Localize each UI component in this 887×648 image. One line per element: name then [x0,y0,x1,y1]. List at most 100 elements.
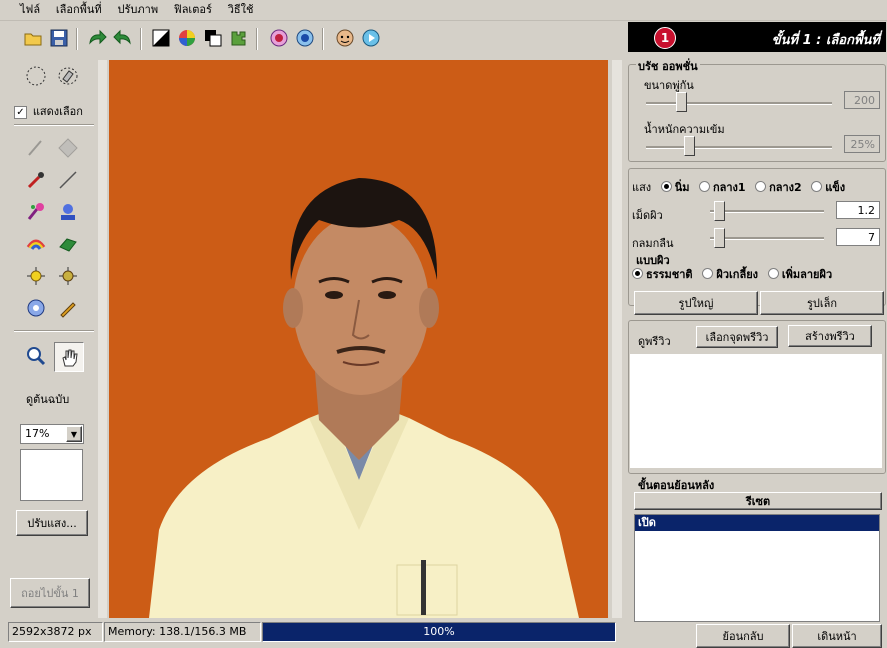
light-hard-label[interactable]: แข็ง [825,181,845,194]
play-icon[interactable] [360,27,382,49]
menu-filter[interactable]: ฟิลเตอร์ [168,0,218,18]
burn-icon[interactable] [54,262,82,290]
photo-canvas[interactable] [109,60,608,618]
tool-panel: ✓ แสดงเลือก ดูต้นฉบับ 17% ▼ ปรับแสง... ถ… [8,58,94,618]
preview-area [630,354,882,468]
light-label: แสง [632,181,652,194]
zoom-dropdown[interactable]: 17% ▼ [20,424,84,444]
brush-size-value[interactable]: 200 [844,91,880,109]
color-spray-icon[interactable] [22,198,50,226]
brush-options-label: บรัช ออพชั่น [636,57,700,75]
portrait-photo [149,178,579,618]
blend-label: กลมกลืน [632,237,674,250]
zoom-value: 17% [25,427,50,440]
line-icon[interactable] [54,166,82,194]
big-image-button[interactable]: รูปใหญ่ [634,291,758,315]
checkbox-check-icon: ✓ [14,106,27,119]
reset-button[interactable]: รีเซต [634,492,882,510]
skin-grain-slider[interactable] [714,201,725,221]
undo-arrow-icon[interactable] [112,27,134,49]
green-eraser-icon[interactable] [54,230,82,258]
dodge-icon[interactable] [22,262,50,290]
brush-icon[interactable] [22,134,50,162]
back-to-step1-button[interactable]: ถอยไปขั้น 1 [10,578,90,608]
puzzle-icon[interactable] [228,27,250,49]
create-preview-button[interactable]: สร้างพรีวิว [788,325,872,347]
skin-natural-radio[interactable] [632,268,643,279]
light-hard-radio[interactable] [811,181,823,192]
menu-bar: ไฟล์ เลือกพื้นที่ ปรับภาพ ฟิลเตอร์ วิธีใ… [0,0,887,21]
color-wheel-icon[interactable] [176,27,198,49]
contrast-icon[interactable] [150,27,172,49]
history-list: เปิด [634,514,880,622]
step-header: 1 ขั้นที่ 1 : เลือกพื้นที่ [628,22,886,52]
rainbow-brush-icon[interactable] [22,230,50,258]
toolbar [0,22,620,56]
pattern-icon[interactable] [54,134,82,162]
brush-size-track [646,102,832,105]
blend-track [710,237,824,240]
menu-help[interactable]: วิธีใช้ [222,0,260,18]
step-title: ขั้นที่ 1 : เลือกพื้นที่ [771,33,880,48]
hand-tool-icon[interactable] [54,342,84,372]
skin-smooth-label[interactable]: ผิวเกลี้ยง [716,268,758,281]
history-item-open[interactable]: เปิด [635,515,879,531]
light-mid2-label[interactable]: กลาง2 [769,181,802,194]
blend-slider[interactable] [714,228,725,248]
face-icon[interactable] [334,27,356,49]
select-preview-button[interactable]: เลือกจุดพรีวิว [696,326,778,348]
light-soft-label[interactable]: นิ่ม [675,181,690,194]
brush-weight-value[interactable]: 25% [844,135,880,153]
brush-size-slider[interactable] [676,92,687,112]
menu-select-area[interactable]: เลือกพื้นที่ [50,0,108,18]
eraser-select-icon[interactable] [54,62,82,90]
smudge-icon[interactable] [22,294,50,322]
skin-texture-label[interactable]: เพิ่มลายผิว [782,268,832,281]
skin-grain-value[interactable]: 1.2 [836,201,880,219]
back-button[interactable]: ย้อนกลับ [696,624,790,648]
save-disk-icon[interactable] [48,27,70,49]
ellipse-select-icon[interactable] [22,62,50,90]
skin-natural-label[interactable]: ธรรมชาติ [646,268,693,281]
layers-icon[interactable] [202,27,224,49]
canvas-right-strip [612,60,622,618]
image-dimensions: 2592x3872 px [8,622,103,642]
open-folder-icon[interactable] [22,27,44,49]
skin-smooth-radio[interactable] [702,268,714,279]
blend-value[interactable]: 7 [836,228,880,246]
preview-label: ดูพรีวิว [638,335,671,348]
forward-button[interactable]: เดินหน้า [792,624,882,648]
skin-grain-label: เม็ดผิว [632,209,663,222]
options-panel: 1 ขั้นที่ 1 : เลือกพื้นที่ บรัช ออพชั่น … [626,20,887,648]
light-mid1-radio[interactable] [698,181,710,192]
show-selection-label: แสดงเลือก [32,105,83,118]
stamp-icon[interactable] [54,198,82,226]
color-blue-circle-icon[interactable] [294,27,316,49]
brush-weight-track [646,146,832,149]
step-number-badge: 1 [654,27,676,49]
memory-usage: Memory: 138.1/156.3 MB [104,622,261,642]
skin-type-radio-row: ธรรมชาติ ผิวเกลี้ยง เพิ่มลายผิว [628,265,832,283]
zoom-icon[interactable] [22,342,50,370]
eyedropper-icon[interactable] [22,166,50,194]
progress-bar: 100% [262,622,616,642]
light-soft-radio[interactable] [660,181,672,192]
pencil-icon[interactable] [54,294,82,322]
canvas-left-strip [98,60,107,618]
small-image-button[interactable]: รูปเล็ก [760,291,884,315]
skin-grain-track [710,210,824,213]
skin-texture-radio[interactable] [767,268,779,279]
brush-weight-slider[interactable] [684,136,695,156]
light-mid2-radio[interactable] [755,181,767,192]
redo-arrow-icon[interactable] [86,27,108,49]
menu-adjust-image[interactable]: ปรับภาพ [112,0,165,18]
view-original-label[interactable]: ดูต้นฉบับ [26,390,69,408]
show-selection-checkbox[interactable]: ✓ แสดงเลือก [14,102,83,120]
status-bar: 2592x3872 px Memory: 138.1/156.3 MB 100% [8,622,622,642]
chevron-down-icon[interactable]: ▼ [66,426,82,442]
light-mid1-label[interactable]: กลาง1 [713,181,746,194]
color-red-circle-icon[interactable] [268,27,290,49]
color-preview-swatch [20,449,83,501]
menu-file[interactable]: ไฟล์ [14,0,46,18]
adjust-light-button[interactable]: ปรับแสง... [16,510,88,536]
